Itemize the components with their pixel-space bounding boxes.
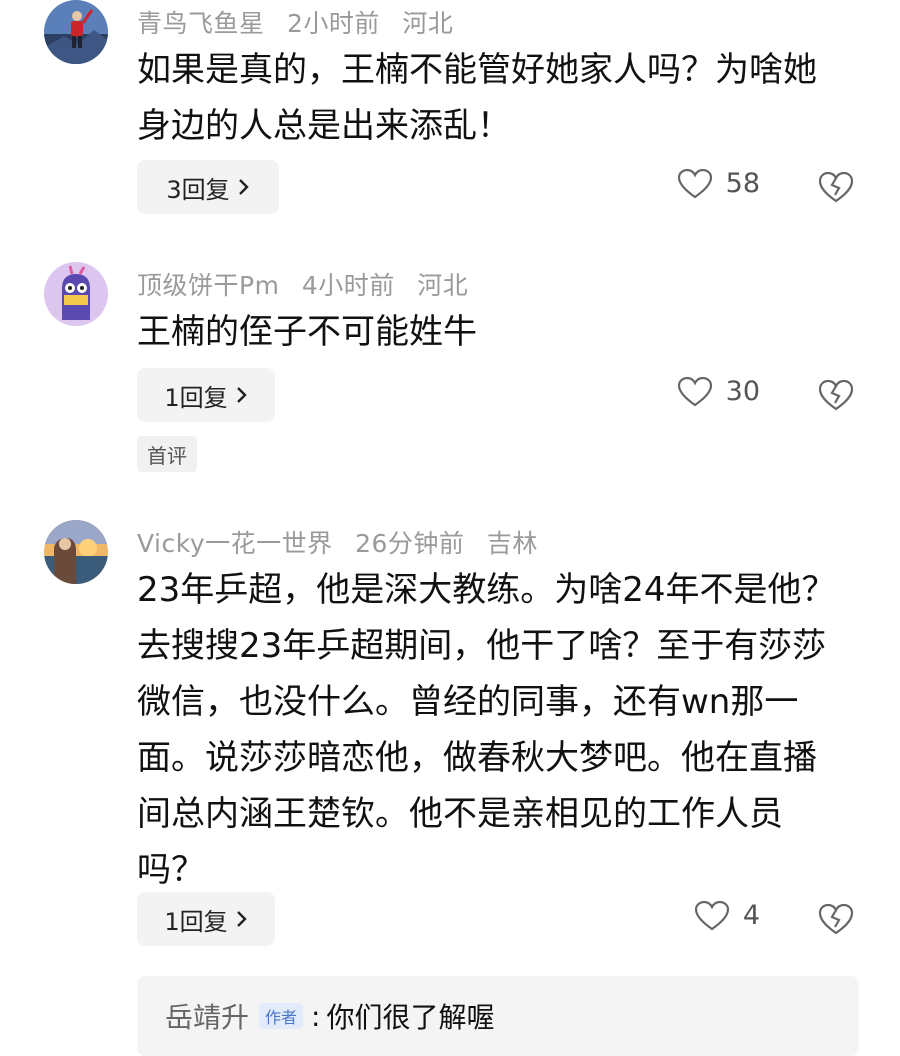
like-button[interactable]: 58: [677, 168, 760, 199]
chevron-right-icon: [238, 178, 250, 196]
broken-heart-icon[interactable]: [816, 166, 856, 206]
heart-icon: [677, 376, 712, 407]
location: 吉林: [486, 529, 538, 558]
first-comment-tag: 首评: [137, 436, 197, 472]
comment-item: 顶级饼干Pm 4小时前 河北 王楠的侄子不可能姓牛 1回复 30 首评: [0, 258, 900, 478]
timestamp: 2小时前: [286, 9, 380, 38]
like-count: 58: [725, 168, 760, 199]
broken-heart-icon[interactable]: [816, 898, 856, 938]
comment-meta: Vicky一花一世界 26分钟前 吉林: [137, 524, 552, 560]
reply-count-label: 1回复: [164, 907, 228, 936]
like-button[interactable]: 4: [694, 900, 760, 931]
avatar[interactable]: [44, 262, 108, 326]
broken-heart-icon[interactable]: [816, 374, 856, 414]
reply-count-label: 3回复: [166, 175, 230, 204]
comment-text: 王楠的侄子不可能姓牛: [137, 312, 477, 352]
comment-text: 23年乒超，他是深大教练。为啥24年不是他？ 去搜搜23年乒超期间，他干了啥？至…: [137, 570, 836, 890]
heart-icon: [677, 168, 712, 199]
location: 河北: [402, 9, 454, 38]
comment-item: 青鸟飞鱼星 2小时前 河北 如果是真的，王楠不能管好她家人吗？为啥她 身边的人总…: [0, 0, 900, 230]
like-count: 30: [725, 376, 760, 407]
author-reply-text: 你们很了解喔: [326, 1001, 495, 1034]
like-button[interactable]: 30: [677, 376, 760, 407]
heart-icon: [694, 900, 729, 931]
chevron-right-icon: [236, 910, 248, 928]
username[interactable]: 青鸟飞鱼星: [137, 9, 265, 38]
comment-item: Vicky一花一世界 26分钟前 吉林 23年乒超，他是深大教练。为啥24年不是…: [0, 516, 900, 1056]
view-replies-button[interactable]: 3回复: [137, 160, 279, 214]
author-reply-colon: :: [311, 999, 321, 1033]
like-count: 4: [742, 900, 760, 931]
reply-count-label: 1回复: [164, 383, 228, 412]
view-replies-button[interactable]: 1回复: [137, 892, 275, 946]
avatar[interactable]: [44, 0, 108, 64]
username[interactable]: 顶级饼干Pm: [137, 271, 279, 300]
location: 河北: [417, 271, 469, 300]
author-badge: 作者: [259, 1003, 304, 1029]
comment-meta: 青鸟飞鱼星 2小时前 河北: [137, 4, 467, 40]
avatar[interactable]: [44, 520, 108, 584]
username[interactable]: Vicky一花一世界: [137, 529, 333, 558]
view-replies-button[interactable]: 1回复: [137, 368, 275, 422]
author-name[interactable]: 岳靖升: [165, 996, 249, 1036]
comment-meta: 顶级饼干Pm 4小时前 河北: [137, 266, 482, 302]
comment-text: 如果是真的，王楠不能管好她家人吗？为啥她 身边的人总是出来添乱！: [137, 50, 817, 146]
timestamp: 4小时前: [301, 271, 395, 300]
chevron-right-icon: [236, 386, 248, 404]
timestamp: 26分钟前: [355, 529, 465, 558]
author-reply-preview[interactable]: 岳靖升 作者 : 你们很了解喔: [137, 976, 859, 1056]
